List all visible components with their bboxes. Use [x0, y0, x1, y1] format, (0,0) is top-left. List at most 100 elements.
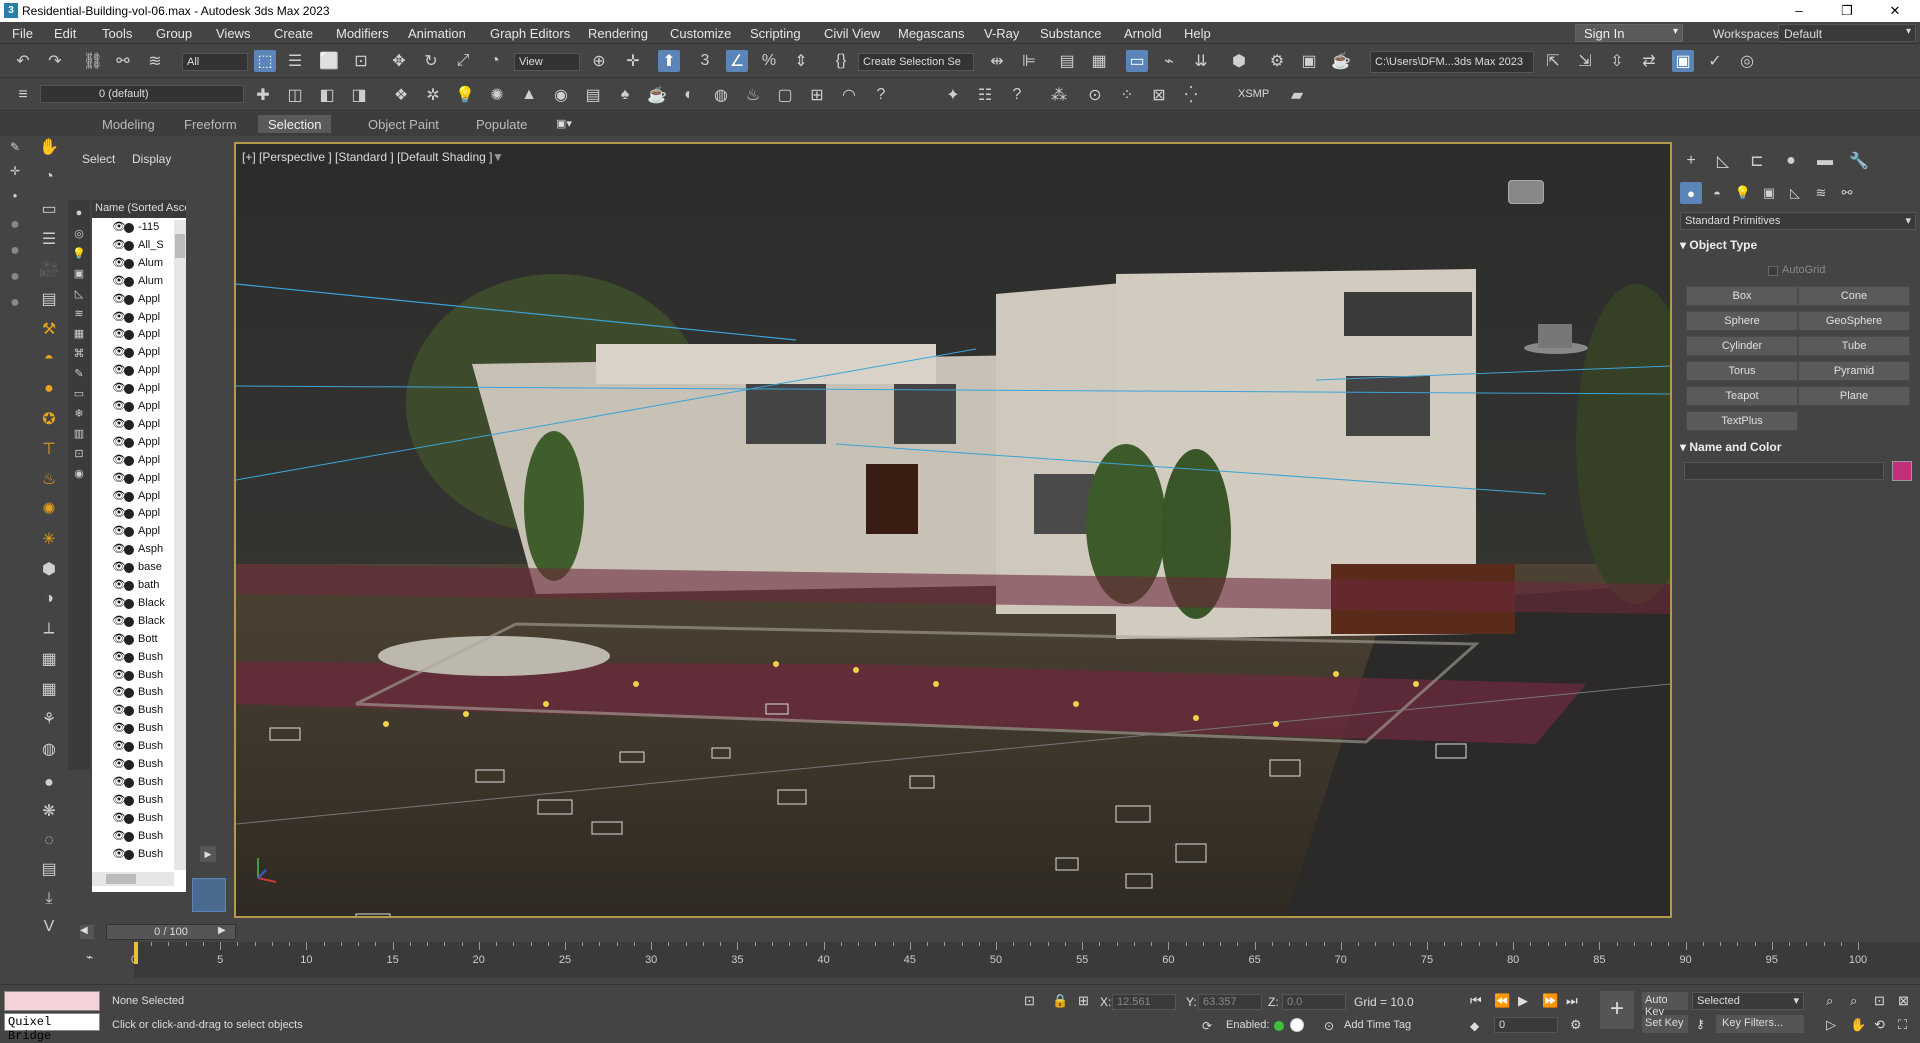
- visibility-eye-icon[interactable]: 👁: [112, 345, 126, 358]
- visibility-eye-icon[interactable]: 👁: [112, 274, 126, 287]
- filter-bones-icon[interactable]: ✎: [70, 364, 88, 382]
- visibility-eye-icon[interactable]: 👁: [112, 453, 126, 466]
- sun-icon[interactable]: ✺: [38, 498, 60, 520]
- menu-vray[interactable]: V-Ray: [984, 26, 1019, 41]
- create-tab-icon[interactable]: +: [1680, 150, 1702, 172]
- list-item[interactable]: 👁 Bush: [92, 667, 174, 685]
- sphere-light-icon[interactable]: ●: [38, 378, 60, 400]
- viewport-label[interactable]: [+] [Perspective ] [Standard ] [Default …: [242, 150, 492, 164]
- list-item[interactable]: 👁 Appl: [92, 416, 174, 434]
- list-horizontal-scrollbar[interactable]: [92, 872, 174, 886]
- next-key-icon[interactable]: ⏩: [1542, 993, 1558, 1009]
- align-icon[interactable]: ⊫: [1018, 50, 1040, 72]
- render-toggle-icon[interactable]: [124, 545, 134, 556]
- crowd-icon[interactable]: ✲: [422, 84, 444, 106]
- motion-tab-icon[interactable]: ●: [1780, 150, 1802, 172]
- render-toggle-icon[interactable]: [124, 384, 134, 395]
- viewport-grid-icon[interactable]: ⊞: [806, 84, 828, 106]
- filter-all-icon[interactable]: ⊡: [70, 444, 88, 462]
- snap-points-icon[interactable]: ⁂: [1048, 84, 1070, 106]
- expand-arrow-icon[interactable]: ▶: [200, 846, 216, 862]
- render-toggle-icon[interactable]: [124, 419, 134, 430]
- axis-icon[interactable]: ⟂: [38, 618, 60, 640]
- render-toggle-icon[interactable]: [124, 223, 134, 233]
- selection-filter-select[interactable]: All: [182, 53, 248, 71]
- geosphere-button[interactable]: GeoSphere: [1798, 311, 1910, 331]
- spacewarps-icon[interactable]: ≋: [1810, 182, 1832, 204]
- window-crossing-icon[interactable]: ⊡: [350, 50, 372, 72]
- schematic-view-icon[interactable]: ⇊: [1190, 50, 1212, 72]
- menu-rendering[interactable]: Rendering: [588, 26, 648, 41]
- package-icon[interactable]: ▰: [1286, 84, 1308, 106]
- populate-icon[interactable]: ❖: [390, 84, 412, 106]
- zoom-all-icon[interactable]: ⌕: [1850, 993, 1857, 1009]
- current-frame-marker[interactable]: [134, 942, 138, 964]
- visibility-eye-icon[interactable]: 👁: [112, 668, 126, 681]
- torus-button[interactable]: Torus: [1686, 361, 1798, 381]
- scrollbar-thumb[interactable]: [175, 234, 185, 258]
- cone-icon[interactable]: ▲: [518, 84, 540, 106]
- rectangular-selection-icon[interactable]: ⬜: [318, 50, 340, 72]
- toggle-icon[interactable]: [1290, 1018, 1304, 1032]
- list-item[interactable]: 👁 Appl: [92, 327, 174, 345]
- visibility-eye-icon[interactable]: 👁: [112, 560, 126, 573]
- scene-explorer-toggle-icon[interactable]: ▤: [1056, 50, 1078, 72]
- menu-substance[interactable]: Substance: [1040, 26, 1101, 41]
- tab-populate[interactable]: Populate: [466, 115, 537, 133]
- list-item[interactable]: 👁 Appl: [92, 309, 174, 327]
- render-toggle-icon[interactable]: [124, 813, 134, 824]
- list-item[interactable]: 👁 All_S: [92, 237, 174, 255]
- lock-icon[interactable]: 🔒: [1052, 993, 1068, 1009]
- quixel-bridge-field[interactable]: Quixel Bridge: [4, 1013, 100, 1043]
- pyramid-button[interactable]: Pyramid: [1798, 361, 1910, 381]
- utilities-tab-icon[interactable]: 🔧: [1848, 150, 1870, 172]
- snaps-toggle-icon[interactable]: 3: [694, 50, 716, 72]
- select-object-icon[interactable]: ⬚: [254, 50, 276, 72]
- named-selection-select[interactable]: Create Selection Se: [858, 53, 974, 71]
- render-toggle-icon[interactable]: [124, 849, 134, 860]
- render-setup-icon[interactable]: ⚙: [1266, 50, 1288, 72]
- list-item[interactable]: 👁 Appl: [92, 524, 174, 542]
- filter-none-icon[interactable]: ◉: [70, 464, 88, 482]
- snap-edge-icon[interactable]: ⊠: [1148, 84, 1170, 106]
- omni-light-icon[interactable]: ♨: [742, 84, 764, 106]
- check-icon[interactable]: ✓: [1704, 50, 1726, 72]
- menu-modifiers[interactable]: Modifiers: [336, 26, 389, 41]
- visibility-eye-icon[interactable]: 👁: [112, 578, 126, 591]
- layer-manager-icon[interactable]: ≡: [12, 84, 34, 106]
- time-config-icon[interactable]: ⚙: [1570, 1017, 1582, 1033]
- tab-select[interactable]: Select: [82, 152, 115, 166]
- camera-icon[interactable]: 🎥: [38, 258, 60, 280]
- visibility-eye-icon[interactable]: 👁: [112, 829, 126, 842]
- play-icon[interactable]: ▶: [1518, 993, 1528, 1009]
- circle-icon[interactable]: ●: [6, 292, 24, 314]
- geometry-icon[interactable]: ●: [1680, 182, 1702, 204]
- list-item[interactable]: 👁 Appl: [92, 291, 174, 309]
- filter-hidden-icon[interactable]: ▥: [70, 424, 88, 442]
- render-toggle-icon[interactable]: [124, 742, 134, 753]
- textplus-button[interactable]: TextPlus: [1686, 411, 1798, 431]
- render-toggle-icon[interactable]: [124, 348, 134, 359]
- menu-megascans[interactable]: Megascans: [898, 26, 964, 41]
- render-toggle-icon[interactable]: [124, 455, 134, 466]
- list-item[interactable]: 👁 Appl: [92, 470, 174, 488]
- snap-grid-icon[interactable]: ⁘: [1116, 84, 1138, 106]
- filter-xrefs-icon[interactable]: ⌘: [70, 344, 88, 362]
- sparkle-icon[interactable]: ✳: [38, 528, 60, 550]
- visibility-eye-icon[interactable]: 👁: [112, 614, 126, 627]
- frame-buffer-icon[interactable]: ▤: [582, 84, 604, 106]
- visibility-eye-icon[interactable]: 👁: [112, 757, 126, 770]
- list-item[interactable]: 👁 Appl: [92, 381, 174, 399]
- edit-named-selection-icon[interactable]: {}: [830, 50, 852, 72]
- select-manipulate-icon[interactable]: ✛: [622, 50, 644, 72]
- tab-modeling[interactable]: Modeling: [92, 115, 165, 133]
- object-name-input[interactable]: [1684, 462, 1884, 480]
- layer-properties-icon[interactable]: ◨: [348, 84, 370, 106]
- auto-key-button[interactable]: Auto Key: [1642, 992, 1688, 1018]
- create-layer-icon[interactable]: ✚: [252, 84, 274, 106]
- pan-hand-icon[interactable]: ✋: [38, 136, 60, 158]
- menu-group[interactable]: Group: [156, 26, 192, 41]
- render-toggle-icon[interactable]: [124, 312, 134, 323]
- add-to-layer-icon[interactable]: ◫: [284, 84, 306, 106]
- unlink-icon[interactable]: ⚯: [112, 50, 134, 72]
